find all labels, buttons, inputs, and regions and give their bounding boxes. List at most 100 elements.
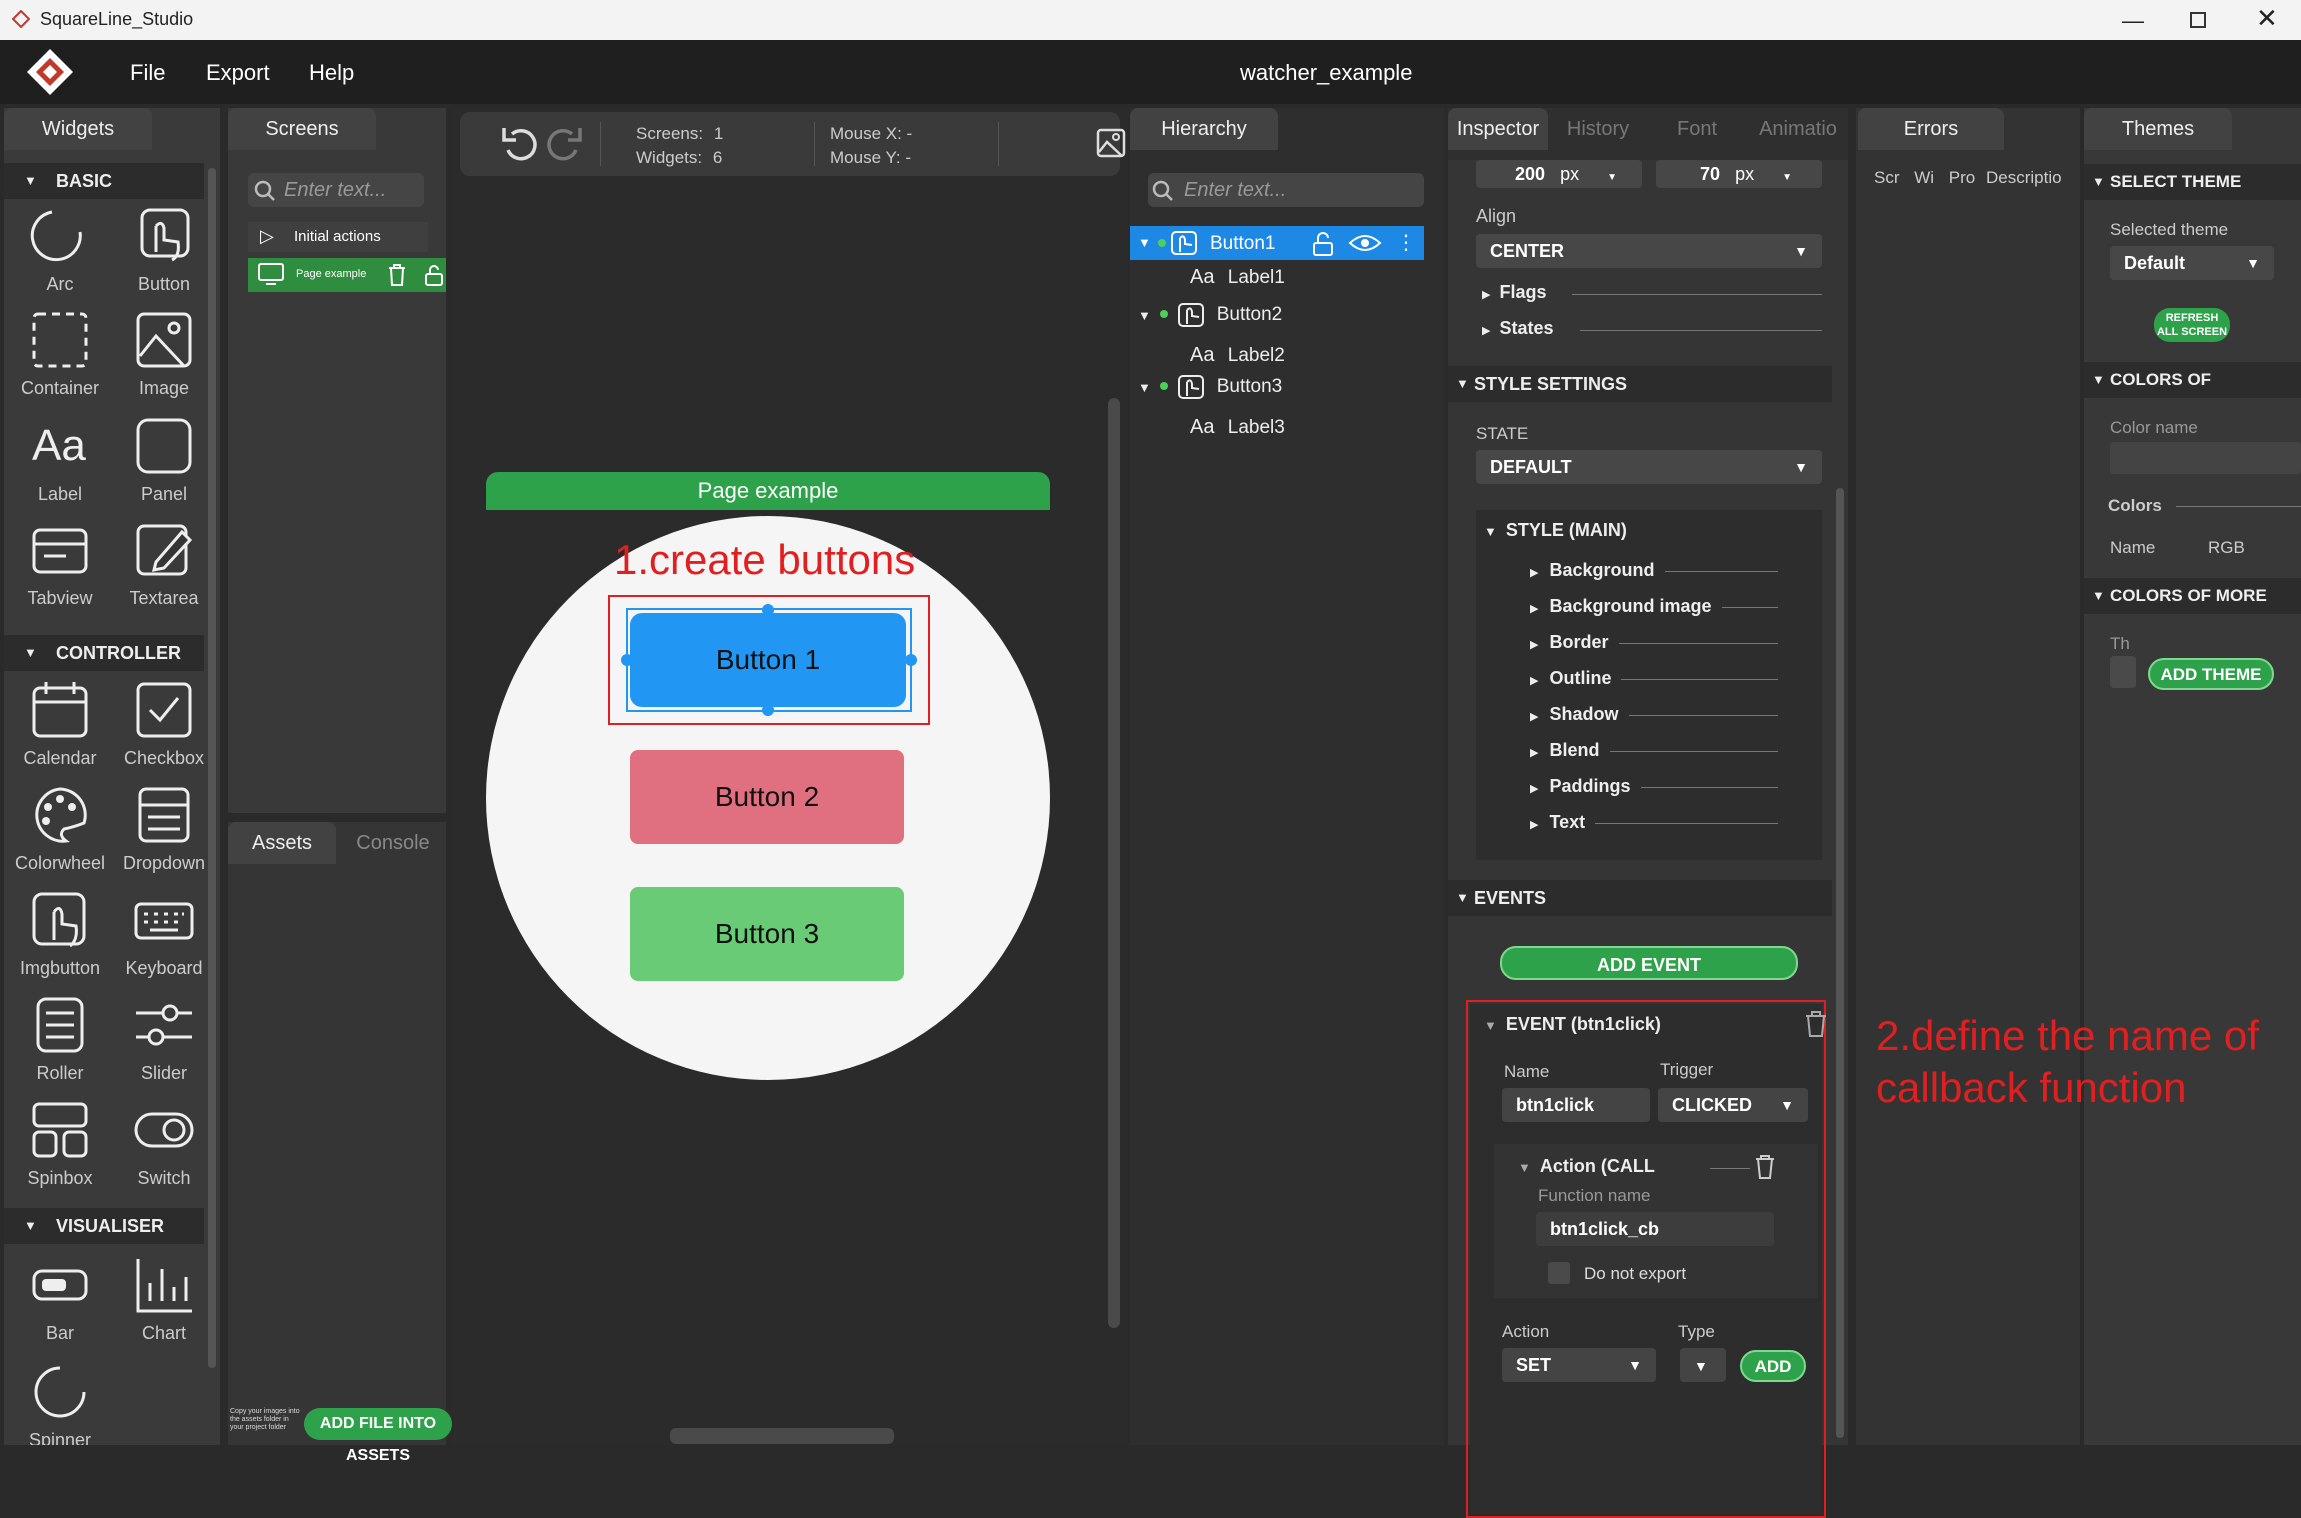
tab-animation[interactable]: Animatio: [1748, 108, 1848, 150]
widget-spinbox[interactable]: Spinbox: [10, 1100, 110, 1195]
menu-export[interactable]: Export: [206, 60, 270, 86]
style-item-blend[interactable]: ▶ Blend: [1530, 740, 1600, 761]
add-event-button[interactable]: ADD EVENT: [1500, 946, 1798, 980]
button-3[interactable]: Button 3: [630, 887, 904, 981]
action-dropdown[interactable]: SET ▼: [1502, 1348, 1656, 1382]
close-icon[interactable]: ✕: [2256, 3, 2278, 34]
section-select-theme[interactable]: ▼ SELECT THEME: [2084, 164, 2301, 200]
tab-font[interactable]: Font: [1646, 108, 1748, 150]
eye-icon[interactable]: [1348, 233, 1382, 253]
add-action-button[interactable]: ADD: [1740, 1350, 1806, 1382]
expand-icon[interactable]: ▼: [1138, 308, 1151, 323]
screen-item-page-example[interactable]: Page example: [248, 258, 446, 292]
canvas-vscrollbar[interactable]: [1108, 398, 1120, 1328]
lock-icon[interactable]: [424, 264, 444, 286]
trash-icon[interactable]: [388, 264, 406, 286]
background-image-icon[interactable]: [1096, 128, 1126, 158]
collapse-controller-icon[interactable]: ▼: [24, 645, 37, 660]
expand-icon[interactable]: ▼: [1138, 235, 1151, 250]
widget-panel[interactable]: Panel: [114, 416, 214, 511]
width-field[interactable]: 200 px ▼: [1476, 160, 1642, 188]
hierarchy-search-input[interactable]: Enter text...: [1148, 173, 1424, 207]
screen-title-bar[interactable]: Page example: [486, 472, 1050, 510]
add-theme-button[interactable]: ADD THEME: [2148, 658, 2274, 690]
hierarchy-row-button2[interactable]: ▼ Button2: [1138, 302, 1282, 336]
widget-calendar[interactable]: Calendar: [10, 680, 110, 775]
event-name-field[interactable]: btn1click: [1502, 1088, 1650, 1122]
resize-handle-left[interactable]: [621, 654, 633, 666]
widget-imgbutton[interactable]: Imgbutton: [10, 890, 110, 985]
errors-col-widget[interactable]: Wi: [1914, 168, 1934, 187]
button-1[interactable]: Button 1: [630, 613, 906, 707]
resize-handle-bottom[interactable]: [762, 704, 774, 716]
hierarchy-row-button1[interactable]: ▼ Button1 ⋮: [1130, 226, 1424, 260]
tab-assets[interactable]: Assets: [228, 822, 336, 864]
errors-col-description[interactable]: Descriptio: [1986, 168, 2062, 187]
widget-colorwheel[interactable]: Colorwheel: [10, 785, 110, 880]
tab-hierarchy[interactable]: Hierarchy: [1130, 108, 1278, 150]
inspector-scrollbar[interactable]: [1836, 488, 1844, 1438]
hierarchy-row-button3[interactable]: ▼ Button3: [1138, 374, 1282, 408]
theme-dropdown[interactable]: Default ▼: [2110, 246, 2274, 280]
style-item-background-image[interactable]: ▶ Background image: [1530, 596, 1712, 617]
event-trash-icon[interactable]: [1804, 1010, 1828, 1038]
trigger-dropdown[interactable]: CLICKED ▼: [1658, 1088, 1808, 1122]
widget-keyboard[interactable]: Keyboard: [114, 890, 214, 985]
menu-help[interactable]: Help: [309, 60, 354, 86]
color-name-input[interactable]: [2110, 442, 2301, 474]
redo-icon[interactable]: [544, 126, 584, 162]
do-not-export-checkbox[interactable]: [1548, 1262, 1570, 1284]
menu-file[interactable]: File: [130, 60, 165, 86]
tab-inspector[interactable]: Inspector: [1448, 108, 1548, 150]
resize-handle-right[interactable]: [905, 654, 917, 666]
widget-image[interactable]: Image: [114, 310, 214, 405]
canvas-hscrollbar[interactable]: [670, 1428, 894, 1444]
undo-icon[interactable]: [500, 126, 540, 162]
collapse-visualiser-icon[interactable]: ▼: [24, 1218, 37, 1233]
align-dropdown[interactable]: CENTER ▼: [1476, 234, 1822, 268]
widget-chart[interactable]: Chart: [114, 1255, 214, 1350]
widget-bar[interactable]: Bar: [10, 1255, 110, 1350]
tab-history[interactable]: History: [1550, 108, 1646, 150]
flags-row[interactable]: ▶ Flags: [1482, 282, 1547, 303]
more-options-icon[interactable]: ⋮: [1396, 230, 1416, 255]
state-dropdown[interactable]: DEFAULT ▼: [1476, 450, 1822, 484]
section-colors-of[interactable]: ▼ COLORS OF: [2084, 362, 2301, 398]
widget-button[interactable]: Button: [114, 206, 214, 301]
function-name-field[interactable]: btn1click_cb: [1536, 1212, 1774, 1246]
type-dropdown[interactable]: ▼: [1680, 1348, 1726, 1382]
widget-switch[interactable]: Switch: [114, 1100, 214, 1195]
theme-color-swatch[interactable]: [2110, 656, 2136, 688]
errors-col-property[interactable]: Pro: [1949, 168, 1975, 187]
widget-label[interactable]: Aa Label: [10, 416, 110, 511]
widget-textarea[interactable]: Textarea: [114, 520, 214, 615]
action-call-header[interactable]: ▼ Action (CALL: [1518, 1156, 1655, 1177]
tab-screens[interactable]: Screens: [228, 108, 376, 150]
section-style-settings[interactable]: ▼ STYLE SETTINGS: [1448, 366, 1832, 402]
button-2[interactable]: Button 2: [630, 750, 904, 844]
style-item-paddings[interactable]: ▶ Paddings: [1530, 776, 1631, 797]
tab-themes[interactable]: Themes: [2084, 108, 2232, 150]
action-trash-icon[interactable]: [1754, 1154, 1776, 1180]
widget-checkbox[interactable]: Checkbox: [114, 680, 214, 775]
style-item-border[interactable]: ▶ Border: [1530, 632, 1609, 653]
add-file-into-assets-button[interactable]: ADD FILE INTO ASSETS: [304, 1408, 452, 1464]
minimize-icon[interactable]: —: [2122, 8, 2144, 34]
widget-roller[interactable]: Roller: [10, 995, 110, 1090]
style-main-header[interactable]: ▼ STYLE (MAIN): [1484, 520, 1627, 541]
widget-arc[interactable]: Arc: [10, 206, 110, 301]
hierarchy-row-label1[interactable]: Aa Label1: [1190, 266, 1285, 300]
unlock-icon[interactable]: [1312, 232, 1334, 256]
style-item-shadow[interactable]: ▶ Shadow: [1530, 704, 1619, 725]
tab-widgets[interactable]: Widgets: [4, 108, 152, 150]
widget-container[interactable]: Container: [10, 310, 110, 405]
maximize-icon[interactable]: [2190, 12, 2206, 28]
errors-col-screen[interactable]: Scr: [1874, 168, 1900, 187]
widget-spinner[interactable]: Spinner: [10, 1362, 110, 1445]
hierarchy-row-label3[interactable]: Aa Label3: [1190, 416, 1285, 450]
states-row[interactable]: ▶ States: [1482, 318, 1554, 339]
tab-errors[interactable]: Errors: [1858, 108, 2004, 150]
resize-handle-top[interactable]: [762, 604, 774, 616]
tab-console[interactable]: Console: [340, 822, 446, 864]
widget-slider[interactable]: Slider: [114, 995, 214, 1090]
